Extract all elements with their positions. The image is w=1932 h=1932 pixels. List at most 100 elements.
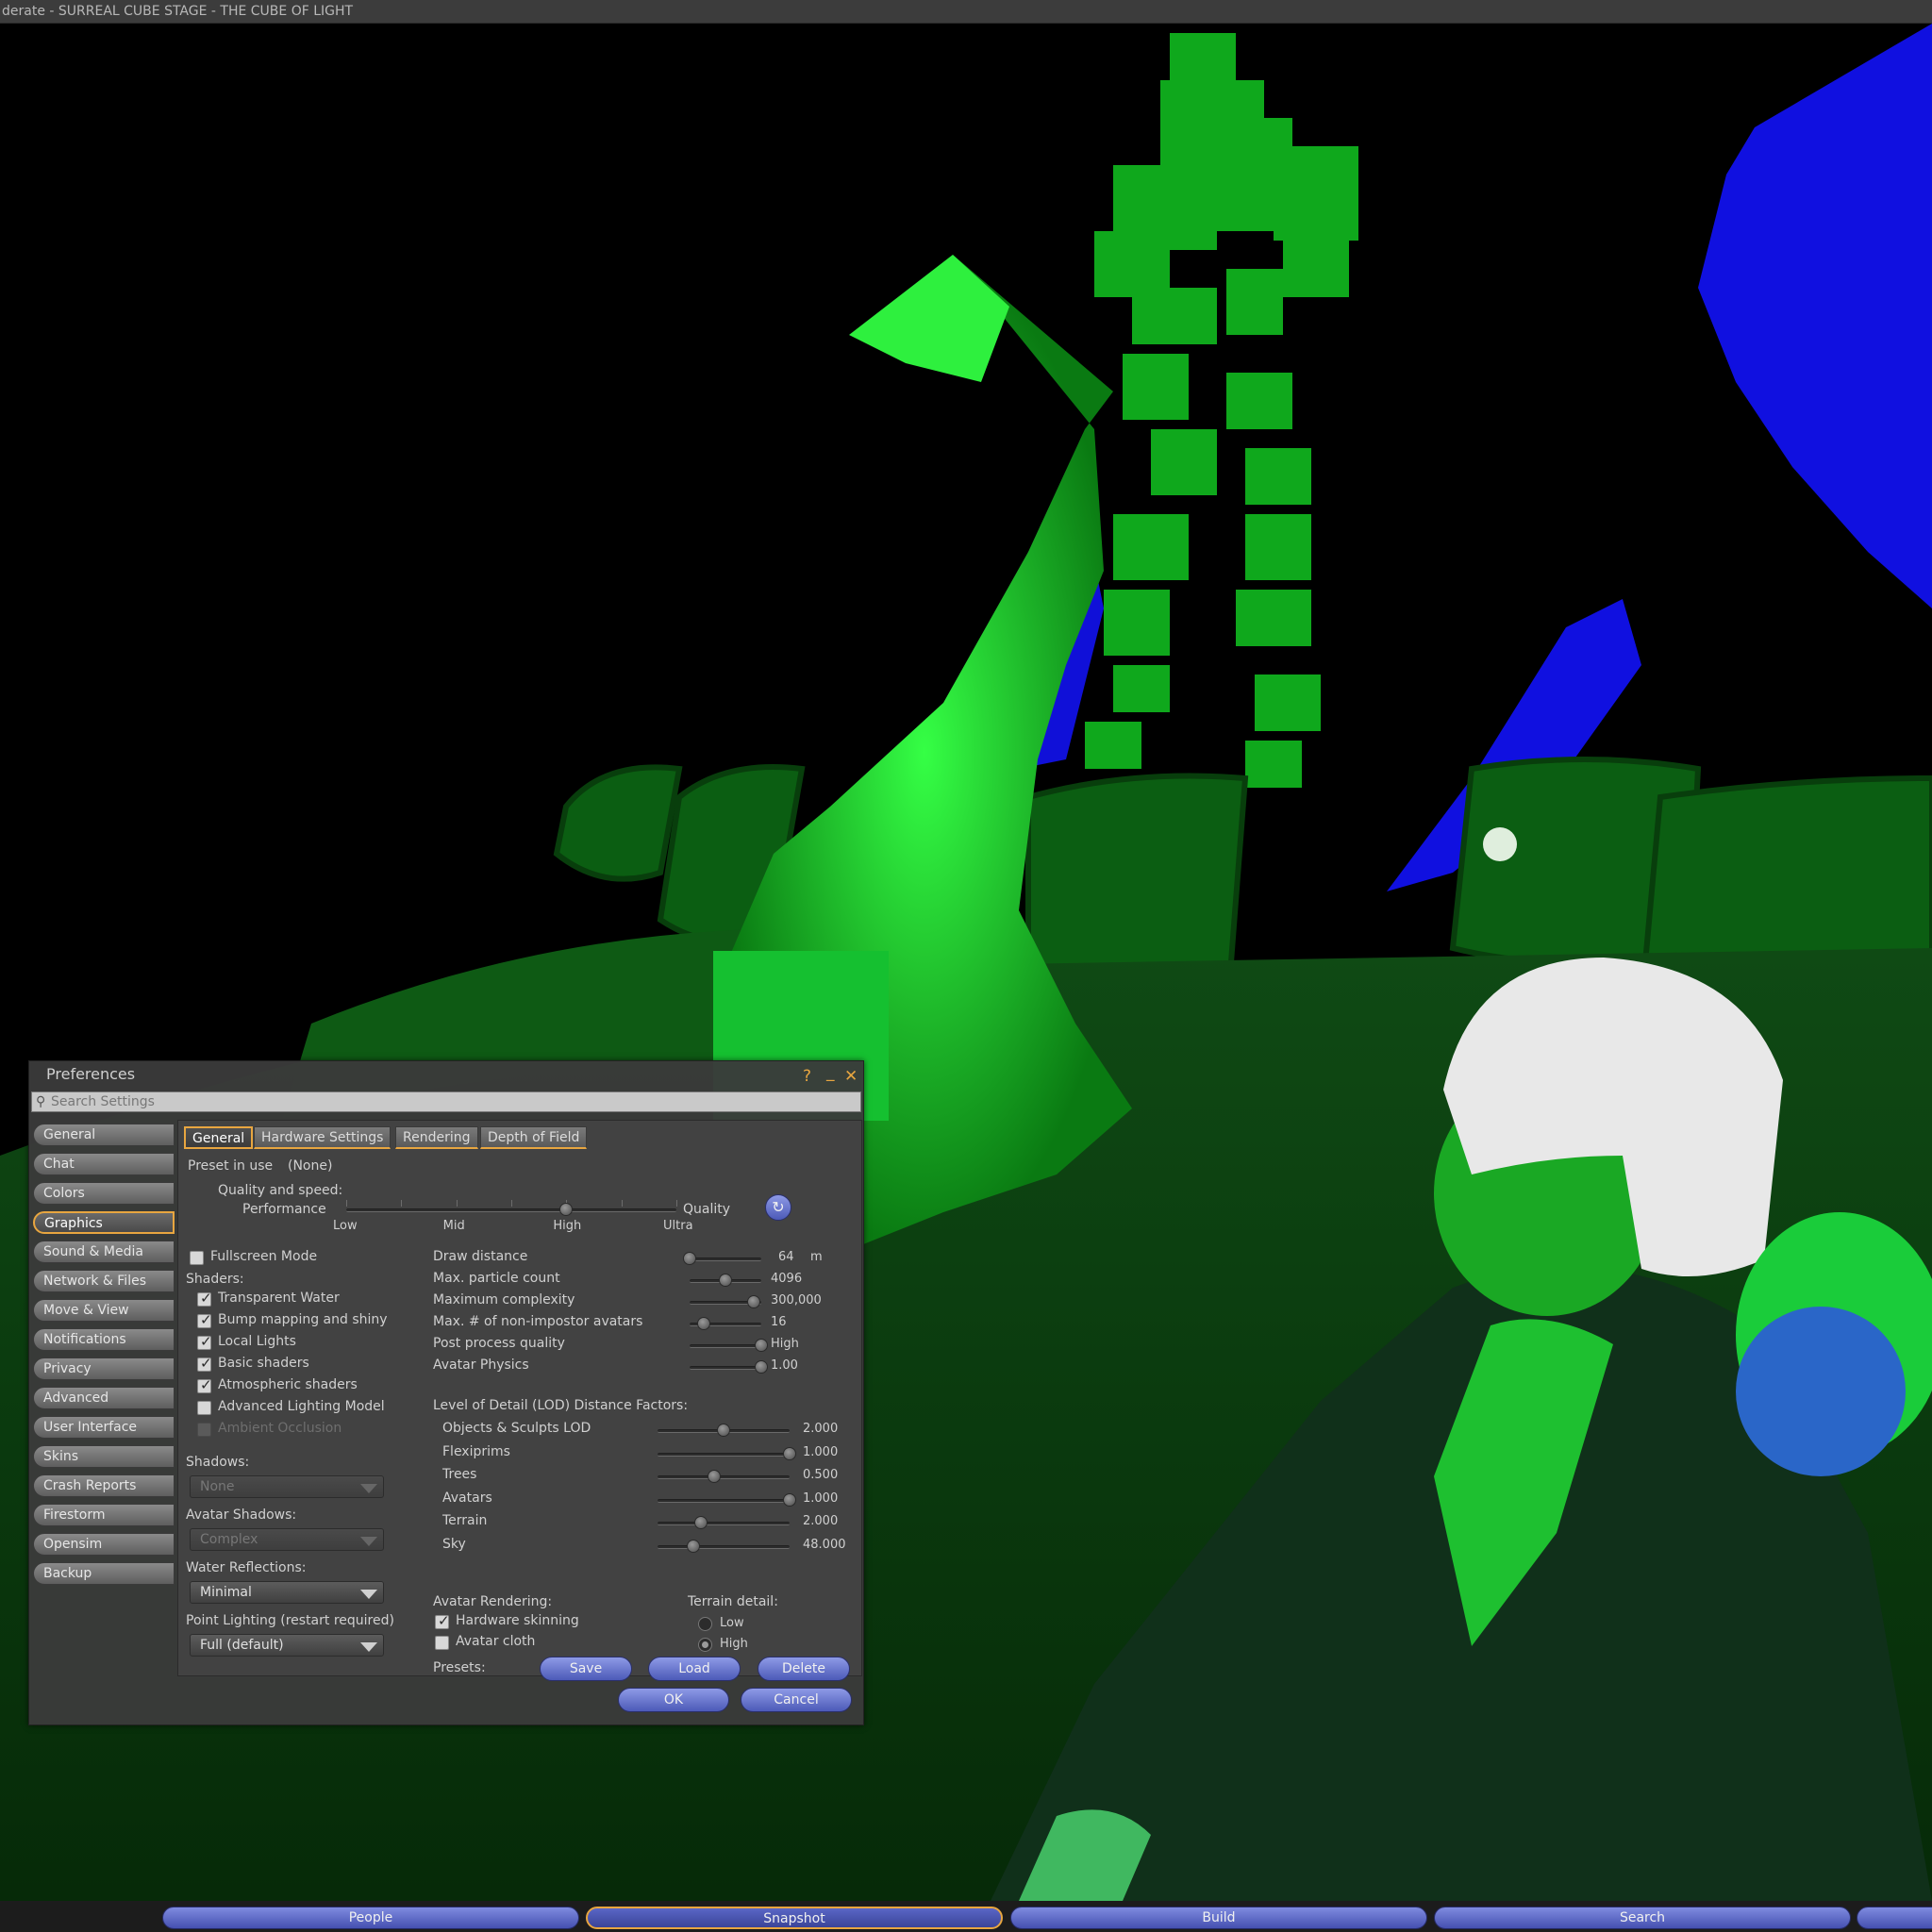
max-particle-count-value: 4096 [771, 1272, 803, 1286]
avatar-physics-slider-track[interactable] [690, 1366, 761, 1370]
lod-terrain-label: Terrain [442, 1513, 488, 1528]
quality-tick-high: High [553, 1219, 582, 1233]
quality-tick-low: Low [333, 1219, 358, 1233]
lod-sky-slider-knob[interactable] [686, 1539, 700, 1553]
ok-button[interactable]: OK [618, 1688, 729, 1712]
quality-slider-track[interactable] [346, 1208, 676, 1212]
close-icon[interactable]: ✕ [844, 1067, 858, 1086]
tab-hardware-settings[interactable]: Hardware Settings [254, 1126, 391, 1149]
post-process-quality-slider-knob[interactable] [755, 1339, 768, 1352]
chevron-down-icon [360, 1484, 377, 1493]
lod-trees-value: 0.500 [803, 1468, 839, 1482]
post-process-quality-slider-track[interactable] [690, 1344, 761, 1348]
point-lighting-dropdown[interactable]: Full (default) [190, 1634, 384, 1657]
max-of-non-impostor-avatars-slider-knob[interactable] [697, 1317, 711, 1330]
terrain-high-radio[interactable] [698, 1638, 712, 1652]
toolbar-overflow-button[interactable] [1857, 1907, 1932, 1929]
sidebar-item-privacy[interactable]: Privacy [33, 1357, 175, 1380]
lod-avatars-value: 1.000 [803, 1491, 839, 1506]
lod-trees-slider-track[interactable] [658, 1475, 790, 1479]
sidebar-item-advanced[interactable]: Advanced [33, 1387, 175, 1409]
lod-terrain-slider-track[interactable] [658, 1522, 790, 1525]
sidebar-item-opensim[interactable]: Opensim [33, 1533, 175, 1556]
reset-quality-button[interactable]: ↻ [765, 1194, 791, 1221]
lod-trees-label: Trees [442, 1467, 477, 1482]
transparent-water-checkbox[interactable]: ✓ [197, 1290, 212, 1307]
terrain-low-radio[interactable] [698, 1617, 712, 1631]
preset-load-button[interactable]: Load [648, 1657, 741, 1681]
avatar-physics-slider-knob[interactable] [755, 1360, 768, 1374]
sidebar-item-graphics[interactable]: Graphics [33, 1211, 175, 1234]
sidebar-item-user-interface[interactable]: User Interface [33, 1416, 175, 1439]
preferences-window[interactable]: Preferences ? _ ✕ ⚲ Search Settings Gene… [28, 1060, 864, 1725]
sidebar-item-notifications[interactable]: Notifications [33, 1328, 175, 1351]
checkmark-icon: ✓ [200, 1355, 212, 1372]
sidebar-item-crash-reports[interactable]: Crash Reports [33, 1474, 175, 1497]
sidebar-item-general[interactable]: General [33, 1124, 175, 1146]
checkmark-icon: ✓ [200, 1290, 212, 1307]
fullscreen-checkbox[interactable] [190, 1251, 204, 1265]
toolbar-build-button[interactable]: Build [1010, 1907, 1427, 1929]
sidebar-item-firestorm[interactable]: Firestorm [33, 1504, 175, 1526]
sidebar-item-sound-media[interactable]: Sound & Media [33, 1241, 175, 1263]
cancel-button[interactable]: Cancel [741, 1688, 852, 1712]
terrain-detail-label: Terrain detail: [688, 1594, 778, 1609]
minimize-icon[interactable]: _ [826, 1063, 835, 1082]
tab-general[interactable]: General [184, 1126, 254, 1149]
sidebar-item-colors[interactable]: Colors [33, 1182, 175, 1205]
help-icon[interactable]: ? [803, 1067, 811, 1086]
terrain-high-label: High [720, 1637, 748, 1651]
ambient-occlusion-label: Ambient Occlusion [218, 1421, 342, 1436]
water-reflections-dropdown[interactable]: Minimal [190, 1581, 384, 1604]
lod-objects-sculpts-lod-value: 2.000 [803, 1422, 839, 1436]
avatar-shadows-dropdown[interactable]: Complex [190, 1528, 384, 1551]
hardware-skinning-checkbox[interactable]: ✓ [435, 1612, 450, 1629]
tab-rendering[interactable]: Rendering [395, 1126, 478, 1149]
preset-save-button[interactable]: Save [540, 1657, 632, 1681]
draw-distance-slider-track[interactable] [690, 1257, 761, 1261]
lod-trees-slider-knob[interactable] [708, 1470, 722, 1483]
maximum-complexity-value: 300,000 [771, 1293, 822, 1307]
maximum-complexity-slider-knob[interactable] [747, 1295, 761, 1308]
sidebar-item-skins[interactable]: Skins [33, 1445, 175, 1468]
lod-avatars-slider-track[interactable] [658, 1498, 790, 1503]
advanced-lighting-model-checkbox[interactable] [197, 1401, 211, 1415]
refresh-icon: ↻ [772, 1198, 785, 1216]
basic-shaders-checkbox[interactable]: ✓ [197, 1355, 212, 1372]
lod-objects-sculpts-lod-slider-knob[interactable] [717, 1424, 730, 1437]
lod-flexiprims-slider-knob[interactable] [783, 1446, 796, 1460]
toolbar-search-button[interactable]: Search [1434, 1907, 1851, 1929]
preferences-title: Preferences [46, 1065, 136, 1083]
sidebar-item-move-view[interactable]: Move & View [33, 1299, 175, 1322]
bottom-toolbar: People Snapshot Build Search [0, 1901, 1932, 1932]
avatar-cloth-checkbox[interactable] [435, 1636, 449, 1650]
local-lights-label: Local Lights [218, 1334, 296, 1349]
maximum-complexity-label: Maximum complexity [433, 1292, 575, 1307]
preset-delete-button[interactable]: Delete [758, 1657, 850, 1681]
search-settings-input[interactable]: ⚲ Search Settings [31, 1091, 861, 1112]
quality-tick [346, 1200, 347, 1207]
sidebar-item-network-files[interactable]: Network & Files [33, 1270, 175, 1292]
atmospheric-shaders-checkbox[interactable]: ✓ [197, 1376, 212, 1393]
sidebar-item-chat[interactable]: Chat [33, 1153, 175, 1175]
lod-sky-slider-track[interactable] [658, 1544, 790, 1549]
lod-avatars-slider-knob[interactable] [783, 1492, 796, 1507]
draw-distance-unit: m [810, 1250, 823, 1264]
lod-flexiprims-slider-track[interactable] [658, 1452, 790, 1457]
lod-flexiprims-label: Flexiprims [442, 1443, 510, 1459]
bump-mapping-and-shiny-checkbox[interactable]: ✓ [197, 1311, 212, 1328]
tab-depth-of-field[interactable]: Depth of Field [480, 1126, 588, 1149]
lod-objects-sculpts-lod-label: Objects & Sculpts LOD [442, 1421, 591, 1436]
max-particle-count-slider-knob[interactable] [719, 1274, 732, 1287]
shadows-value: None [200, 1479, 235, 1494]
quality-tick-ultra: Ultra [663, 1219, 693, 1233]
local-lights-checkbox[interactable]: ✓ [197, 1333, 212, 1350]
sidebar-item-backup[interactable]: Backup [33, 1562, 175, 1585]
lod-terrain-slider-knob[interactable] [694, 1516, 708, 1529]
toolbar-snapshot-button[interactable]: Snapshot [586, 1907, 1003, 1929]
quality-slider-knob[interactable] [559, 1203, 574, 1216]
toolbar-people-button[interactable]: People [162, 1907, 579, 1929]
draw-distance-label: Draw distance [433, 1249, 528, 1264]
shadows-dropdown[interactable]: None [190, 1475, 384, 1498]
draw-distance-slider-knob[interactable] [683, 1252, 696, 1265]
